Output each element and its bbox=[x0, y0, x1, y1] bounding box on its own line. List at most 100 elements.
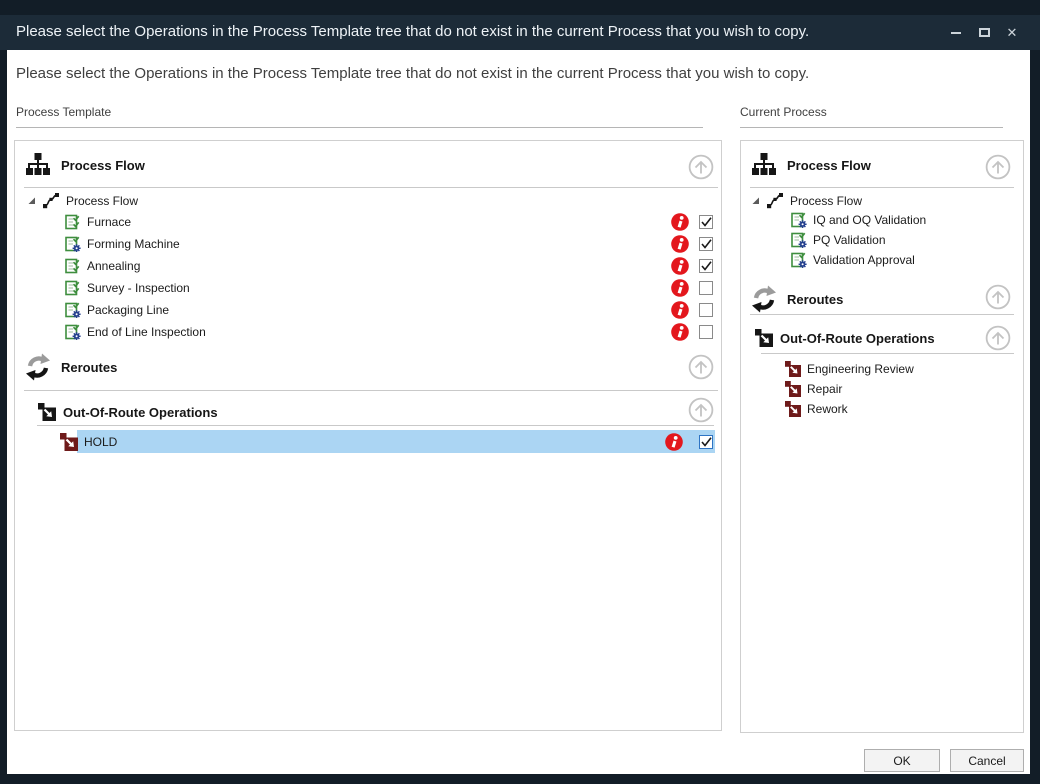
tree-root-process-flow[interactable]: Process Flow bbox=[741, 190, 1021, 212]
circle-up-arrow-icon[interactable] bbox=[985, 284, 1011, 310]
reroutes-icon bbox=[749, 284, 779, 314]
window-controls: ✕ bbox=[942, 15, 1026, 50]
minimize-button[interactable] bbox=[942, 18, 970, 48]
out-of-route-section-header: Out-Of-Route Operations bbox=[15, 399, 721, 425]
circle-up-arrow-icon[interactable] bbox=[985, 325, 1011, 351]
operation-checklist-icon bbox=[65, 258, 81, 274]
minimize-icon bbox=[951, 32, 961, 34]
tree-item-label: Packaging Line bbox=[81, 303, 169, 317]
titlebar[interactable]: Please select the Operations in the Proc… bbox=[0, 0, 1040, 50]
checkbox[interactable] bbox=[699, 259, 713, 273]
section-header-label: Out-Of-Route Operations bbox=[780, 331, 935, 346]
tree-item-annealing[interactable]: Annealing bbox=[15, 255, 719, 277]
window-border-right bbox=[1030, 50, 1040, 784]
operation-gear-icon bbox=[791, 252, 807, 268]
process-template-panel: Process Flow Process Flow Furnace Formin… bbox=[14, 140, 722, 731]
tree-item-forming-machine[interactable]: Forming Machine bbox=[15, 233, 719, 255]
process-template-underline bbox=[16, 127, 703, 128]
operation-gear-icon bbox=[791, 232, 807, 248]
section-divider bbox=[24, 390, 718, 391]
operation-checklist-icon bbox=[65, 214, 81, 230]
section-divider bbox=[750, 314, 1014, 315]
tree-item-hold[interactable]: HOLD bbox=[15, 430, 719, 453]
out-of-route-icon bbox=[38, 403, 56, 421]
circle-up-arrow-icon[interactable] bbox=[688, 354, 714, 380]
info-icon[interactable] bbox=[671, 235, 689, 253]
window-border-bottom bbox=[0, 774, 1040, 784]
tree-item-label: IQ and OQ Validation bbox=[807, 213, 926, 227]
operation-gear-icon bbox=[65, 236, 81, 252]
checkbox[interactable] bbox=[699, 325, 713, 339]
section-header-label: Reroutes bbox=[787, 292, 843, 307]
process-flow-icon bbox=[750, 151, 778, 179]
section-divider bbox=[24, 187, 718, 188]
operation-gear-icon bbox=[65, 302, 81, 318]
tree-item-label: Furnace bbox=[81, 215, 131, 229]
info-icon[interactable] bbox=[671, 213, 689, 231]
circle-up-arrow-icon[interactable] bbox=[688, 397, 714, 423]
current-process-underline bbox=[740, 127, 1003, 128]
reroutes-section-header: Reroutes bbox=[741, 283, 1023, 315]
checkbox[interactable] bbox=[699, 303, 713, 317]
window-border-left bbox=[0, 50, 7, 784]
close-button[interactable]: ✕ bbox=[998, 18, 1026, 48]
checkbox[interactable] bbox=[699, 435, 713, 449]
circle-up-arrow-icon[interactable] bbox=[688, 154, 714, 180]
info-icon[interactable] bbox=[671, 301, 689, 319]
selection-highlight bbox=[77, 430, 715, 453]
out-of-route-icon bbox=[785, 401, 801, 417]
tree-item-label: PQ Validation bbox=[807, 233, 886, 247]
section-divider bbox=[761, 353, 1014, 354]
route-icon bbox=[42, 192, 60, 210]
section-header-label: Process Flow bbox=[787, 158, 871, 173]
checkbox[interactable] bbox=[699, 237, 713, 251]
tree-item-label: Annealing bbox=[81, 259, 140, 273]
process-template-label: Process Template bbox=[16, 105, 111, 119]
info-icon[interactable] bbox=[665, 433, 683, 451]
process-flow-section-header: Process Flow bbox=[15, 148, 721, 182]
out-of-route-icon bbox=[785, 361, 801, 377]
tree-item-rework[interactable]: Rework bbox=[741, 399, 1021, 419]
tree-item-furnace[interactable]: Furnace bbox=[15, 211, 719, 233]
checkbox[interactable] bbox=[699, 215, 713, 229]
tree-item-packaging-line[interactable]: Packaging Line bbox=[15, 299, 719, 321]
info-icon[interactable] bbox=[671, 279, 689, 297]
expander-triangle-icon[interactable] bbox=[28, 197, 36, 205]
info-icon[interactable] bbox=[671, 323, 689, 341]
tree-item-label: Survey - Inspection bbox=[81, 281, 190, 295]
section-divider bbox=[750, 187, 1014, 188]
maximize-icon bbox=[979, 28, 990, 37]
process-flow-section-header: Process Flow bbox=[741, 148, 1023, 182]
maximize-button[interactable] bbox=[970, 18, 998, 48]
dialog-window: Please select the Operations in the Proc… bbox=[0, 0, 1040, 784]
tree-item-pq-validation[interactable]: PQ Validation bbox=[741, 230, 1021, 250]
tree-item-iq-oq-validation[interactable]: IQ and OQ Validation bbox=[741, 210, 1021, 230]
window-title: Please select the Operations in the Proc… bbox=[16, 23, 809, 40]
tree-item-label: Validation Approval bbox=[807, 253, 915, 267]
process-flow-icon bbox=[24, 151, 52, 179]
tree-item-end-of-line-inspection[interactable]: End of Line Inspection bbox=[15, 321, 719, 343]
tree-item-survey-inspection[interactable]: Survey - Inspection bbox=[15, 277, 719, 299]
checkbox[interactable] bbox=[699, 281, 713, 295]
info-icon[interactable] bbox=[671, 257, 689, 275]
close-icon: ✕ bbox=[1007, 26, 1018, 39]
out-of-route-icon bbox=[755, 329, 773, 347]
tree-item-validation-approval[interactable]: Validation Approval bbox=[741, 250, 1021, 270]
reroutes-icon bbox=[23, 352, 53, 382]
tree-item-engineering-review[interactable]: Engineering Review bbox=[741, 359, 1021, 379]
ok-button[interactable]: OK bbox=[864, 749, 940, 772]
cancel-button[interactable]: Cancel bbox=[950, 749, 1024, 772]
tree-root-label: Process Flow bbox=[60, 194, 138, 208]
tree-root-process-flow[interactable]: Process Flow bbox=[15, 190, 719, 212]
dialog-instruction: Please select the Operations in the Proc… bbox=[16, 65, 809, 82]
operation-gear-icon bbox=[791, 212, 807, 228]
titlebar-top-strip bbox=[0, 0, 1040, 15]
out-of-route-icon bbox=[60, 433, 78, 451]
tree-item-label: Repair bbox=[801, 382, 842, 396]
section-header-label: Process Flow bbox=[61, 158, 145, 173]
tree-item-repair[interactable]: Repair bbox=[741, 379, 1021, 399]
tree-item-label: HOLD bbox=[78, 435, 117, 449]
expander-triangle-icon[interactable] bbox=[752, 197, 760, 205]
out-of-route-section-header: Out-Of-Route Operations bbox=[741, 325, 1023, 351]
circle-up-arrow-icon[interactable] bbox=[985, 154, 1011, 180]
